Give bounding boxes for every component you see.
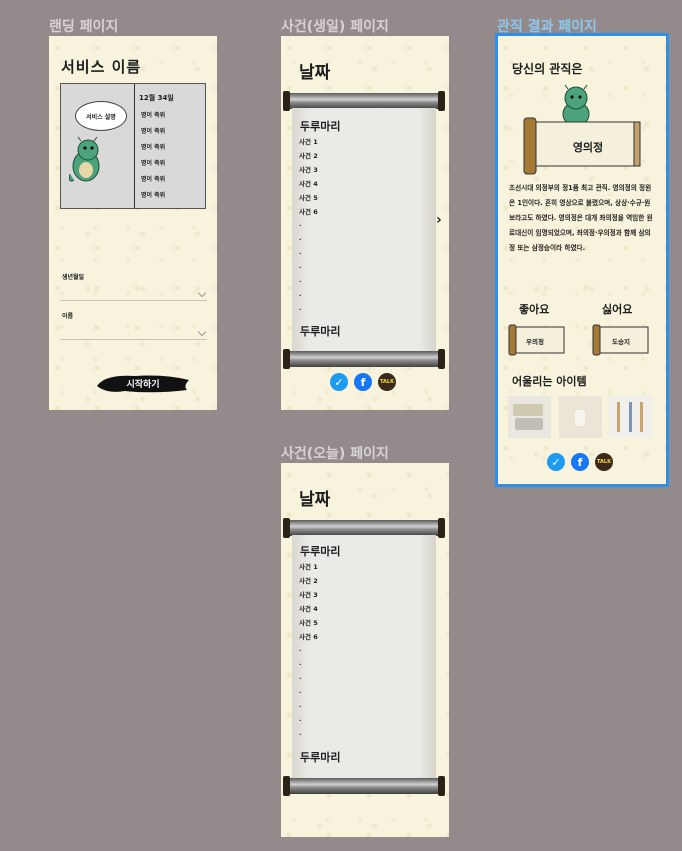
scroll-roller-top: [283, 91, 445, 111]
list-item: 명이 죽위: [141, 128, 166, 135]
facebook-icon[interactable]: f: [354, 373, 372, 391]
result-frame[interactable]: 당신의 관직은 영의정 조선시대 의정부의 정1품 최고 관직. 영의정의 정원…: [495, 33, 669, 487]
frame-label-event-birth[interactable]: 사건(생일) 페이지: [281, 16, 389, 36]
chevron-down-icon[interactable]: [197, 288, 207, 298]
scroll-heading-bottom: 두루마리: [300, 325, 341, 338]
bad-match-position: 도승지: [612, 338, 630, 346]
event-item: 사건 4: [299, 180, 318, 188]
item-thumbnail[interactable]: [508, 396, 551, 438]
list-item: 명이 죽위: [141, 176, 166, 183]
event-item: 사건 3: [299, 166, 318, 174]
event-item: 사건 2: [299, 577, 318, 585]
frame-label-event-today[interactable]: 사건(오늘) 페이지: [281, 443, 389, 463]
frame-label-landing[interactable]: 랜딩 페이지: [49, 16, 118, 36]
items-title: 어울리는 아이템: [512, 375, 587, 388]
event-list: 사건 1 사건 2 사건 3 사건 4 사건 5 사건 6 . . . . . …: [299, 561, 318, 743]
scroll-heading-top: 두루마리: [300, 545, 341, 558]
frame-label-result[interactable]: 관직 결과 페이지: [497, 16, 597, 36]
event-item: 사건 6: [299, 208, 318, 216]
name-field[interactable]: 이름: [60, 311, 207, 340]
ellipsis-dot: .: [299, 220, 302, 228]
kakaotalk-icon[interactable]: TALK: [595, 453, 613, 471]
ellipsis-dot: .: [299, 248, 302, 256]
kakaotalk-icon[interactable]: TALK: [378, 373, 396, 391]
result-title: 당신의 관직은: [512, 62, 583, 76]
ellipsis-dot: .: [299, 304, 302, 312]
chevron-right-icon[interactable]: ›: [436, 212, 442, 228]
event-item: 사건 5: [299, 619, 318, 627]
list-item: 명이 죽위: [141, 160, 166, 167]
facebook-icon[interactable]: f: [571, 453, 589, 471]
share-buttons: ✓ f TALK: [330, 373, 396, 391]
event-today-frame[interactable]: 날짜 두루마리 사건 1 사건 2 사건 3 사건 4 사건 5 사건 6 . …: [281, 463, 449, 837]
list-item: 명이 죽위: [141, 192, 166, 199]
ellipsis-dot: .: [299, 276, 302, 284]
preview-box: 서비스 설명 12월 34일 명이 죽위 명이 죽위 명이 죽위 명이 죽위 명…: [60, 83, 206, 209]
speech-bubble: 서비스 설명: [75, 101, 127, 131]
event-item: 사건 3: [299, 591, 318, 599]
landing-frame[interactable]: 서비스 이름 서비스 설명 12월 34일 명이 죽위 명이 죽위 명이 죽위 …: [49, 36, 217, 410]
bad-match-label: 싫어요: [602, 303, 633, 316]
event-list: 사건 1 사건 2 사건 3 사건 4 사건 5 사건 6 . . . . . …: [299, 136, 318, 318]
event-item: 사건 1: [299, 138, 318, 146]
event-item: 사건 4: [299, 605, 318, 613]
scroll-roller-top: [283, 518, 445, 538]
result-position: 영의정: [572, 141, 604, 154]
preview-list: 명이 죽위 명이 죽위 명이 죽위 명이 죽위 명이 죽위 명이 죽위: [141, 110, 165, 206]
ellipsis-dot: .: [299, 701, 302, 709]
ellipsis-dot: .: [299, 645, 302, 653]
start-button-label: 시작하기: [126, 379, 160, 390]
scroll-roller-bottom: [283, 349, 445, 369]
ellipsis-dot: .: [299, 687, 302, 695]
dragon-mascot-icon: [69, 136, 100, 182]
event-item: 사건 6: [299, 633, 318, 641]
event-item: 사건 5: [299, 194, 318, 202]
ellipsis-dot: .: [299, 659, 302, 667]
chevron-down-icon[interactable]: [197, 327, 207, 337]
name-label: 이름: [62, 313, 74, 320]
ellipsis-dot: .: [299, 234, 302, 242]
service-name: 서비스 이름: [61, 58, 142, 76]
preview-date: 12월 34일: [139, 94, 174, 102]
ellipsis-dot: .: [299, 715, 302, 723]
birthday-label: 생년월일: [62, 274, 85, 281]
box-divider: [134, 84, 135, 208]
list-item: 명이 죽위: [141, 144, 166, 151]
ellipsis-dot: .: [299, 262, 302, 270]
good-match-position: 우의정: [526, 338, 544, 346]
ellipsis-dot: .: [299, 729, 302, 737]
share-buttons: ✓ f TALK: [547, 453, 613, 471]
scroll-heading-bottom: 두루마리: [300, 751, 341, 764]
date-title: 날짜: [299, 490, 331, 510]
good-match-label: 좋아요: [519, 303, 550, 316]
result-description: 조선시대 의정부의 정1품 최고 관직. 영의정의 정원은 1인이다. 흔히 영…: [509, 184, 653, 252]
scroll-heading-top: 두루마리: [300, 120, 341, 133]
item-thumbnail[interactable]: [609, 396, 652, 438]
event-item: 사건 1: [299, 563, 318, 571]
event-item: 사건 2: [299, 152, 318, 160]
twitter-icon[interactable]: ✓: [547, 453, 565, 471]
birthday-field[interactable]: 생년월일: [60, 272, 207, 301]
start-button[interactable]: 시작하기: [95, 372, 191, 394]
ellipsis-dot: .: [299, 290, 302, 298]
event-birth-frame[interactable]: 날짜 두루마리 사건 1 사건 2 사건 3 사건 4 사건 5 사건 6 . …: [281, 36, 449, 410]
date-title: 날짜: [299, 63, 331, 83]
item-thumbnail[interactable]: [559, 396, 602, 438]
list-item: 명이 죽위: [141, 112, 166, 119]
scroll-roller-bottom: [283, 776, 445, 796]
ellipsis-dot: .: [299, 673, 302, 681]
twitter-icon[interactable]: ✓: [330, 373, 348, 391]
